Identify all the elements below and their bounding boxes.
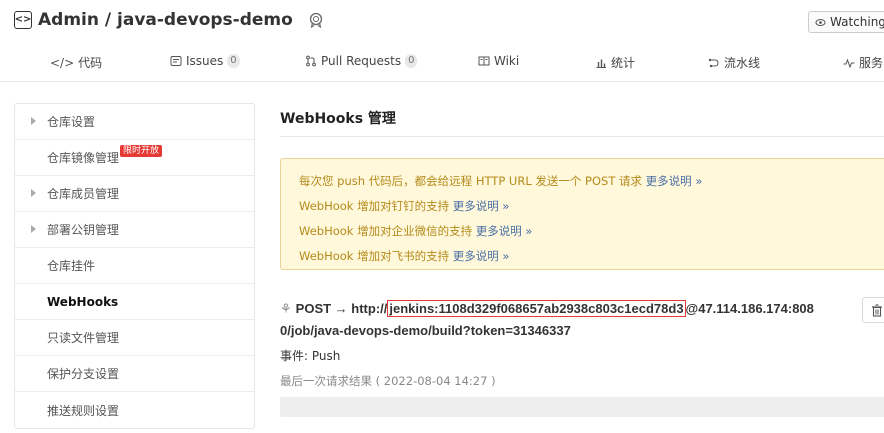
pull-requests-count-badge: 0: [405, 54, 418, 68]
delete-webhook-button[interactable]: [862, 297, 884, 323]
sidebar-item-label: 只读文件管理: [47, 331, 120, 345]
settings-sidebar: 仓库设置 仓库镜像管理 限时开放 仓库成员管理 部署公钥管理 仓库挂件 WebH…: [14, 103, 255, 429]
sidebar-item-push-rules[interactable]: 推送规则设置: [15, 392, 254, 428]
tab-pipeline[interactable]: 流水线: [708, 54, 760, 71]
sidebar-item-widgets[interactable]: 仓库挂件: [15, 248, 254, 284]
sidebar-item-readonly-files[interactable]: 只读文件管理: [15, 320, 254, 356]
webhook-url-line[interactable]: ⚘ POST → http://jenkins:1108d329f068657ab…: [280, 298, 850, 320]
notice-line: 每次您 push 代码后，都会给远程 HTTP URL 发送一个 POST 请求…: [299, 173, 884, 198]
sidebar-item-label: 仓库设置: [47, 115, 96, 129]
more-info-link[interactable]: 更多说明 »: [453, 199, 510, 213]
repo-code-icon: <>: [14, 11, 32, 29]
tab-service[interactable]: 服务: [843, 54, 883, 71]
sidebar-item-repo-settings[interactable]: 仓库设置: [15, 104, 254, 140]
wiki-icon: [478, 56, 490, 66]
sidebar-item-protected-branches[interactable]: 保护分支设置: [15, 356, 254, 392]
tab-label: Wiki: [494, 54, 520, 68]
webhook-result-bar: [280, 397, 884, 417]
pull-request-icon: [306, 55, 316, 67]
tab-label: Pull Requests: [321, 54, 402, 68]
notice-text: WebHook 增加对企业微信的支持: [299, 224, 476, 238]
title-divider: [280, 136, 884, 137]
caret-right-icon: [31, 225, 36, 233]
more-info-link[interactable]: 更多说明 »: [476, 224, 533, 238]
issues-count-badge: 0: [227, 54, 240, 68]
sidebar-item-label: 仓库镜像管理: [47, 151, 120, 165]
notice-line: WebHook 增加对飞书的支持 更多说明 »: [299, 248, 884, 273]
tab-label: Issues: [186, 54, 224, 68]
code-icon: </>: [50, 55, 75, 70]
repo-badge-icon[interactable]: [307, 11, 325, 29]
notice-text: 每次您 push 代码后，都会给远程 HTTP URL 发送一个 POST 请求: [299, 174, 646, 188]
tab-wiki[interactable]: Wiki: [478, 54, 519, 68]
notice-line: WebHook 增加对钉钉的支持 更多说明 »: [299, 198, 884, 223]
sidebar-item-label: 仓库挂件: [47, 259, 96, 273]
webhook-entry: ⚘ POST → http://jenkins:1108d329f068657ab…: [280, 298, 850, 342]
tab-stats[interactable]: 统计: [595, 54, 635, 71]
webhook-url-host: @47.114.186.174:808: [685, 301, 814, 316]
more-info-link[interactable]: 更多说明 »: [453, 249, 510, 263]
caret-right-icon: [31, 117, 36, 125]
webhook-url-credentials: jenkins:1108d329f068657ab2938c803c1ecd78…: [387, 300, 686, 317]
sidebar-item-label: 推送规则设置: [47, 403, 120, 418]
repo-title[interactable]: Admin / java-devops-demo: [38, 10, 293, 30]
page-title: WebHooks 管理: [280, 111, 396, 127]
tab-label: 流水线: [724, 56, 761, 70]
notice-line: WebHook 增加对企业微信的支持 更多说明 »: [299, 223, 884, 248]
webhook-notice-box: 每次您 push 代码后，都会给远程 HTTP URL 发送一个 POST 请求…: [280, 158, 884, 270]
pipeline-icon: [708, 58, 719, 67]
trash-icon: [872, 303, 882, 317]
sidebar-item-members[interactable]: 仓库成员管理: [15, 176, 254, 212]
more-info-link[interactable]: 更多说明 »: [646, 174, 703, 188]
sidebar-item-mirror[interactable]: 仓库镜像管理 限时开放: [15, 140, 254, 176]
tab-label: 服务: [859, 56, 884, 70]
sidebar-item-label: 部署公钥管理: [47, 223, 120, 237]
webhook-url-prefix: POST → http://: [295, 301, 388, 316]
service-icon: [843, 58, 855, 68]
sidebar-item-webhooks[interactable]: WebHooks: [15, 284, 254, 320]
webhook-event: 事件: Push: [280, 349, 341, 363]
repo-header: <> Admin / java-devops-demo Watching </>…: [0, 0, 884, 82]
repo-title-group: <> Admin / java-devops-demo: [14, 10, 325, 30]
webhook-url-line-2[interactable]: 0/job/java-devops-demo/build?token=31346…: [280, 320, 850, 342]
watch-button[interactable]: Watching: [808, 11, 884, 33]
tab-label: 统计: [611, 56, 636, 70]
limited-time-badge: 限时开放: [120, 145, 163, 157]
caret-right-icon: [31, 189, 36, 197]
notice-text: WebHook 增加对飞书的支持: [299, 249, 453, 263]
eye-icon: [815, 18, 826, 26]
webhook-icon: ⚘: [280, 301, 292, 316]
tab-pull-requests[interactable]: Pull Requests 0: [305, 54, 418, 68]
sidebar-item-label: WebHooks: [47, 294, 119, 309]
tab-code[interactable]: </> 代码: [50, 54, 102, 71]
tab-label: 代码: [78, 56, 103, 70]
issues-icon: [170, 56, 182, 66]
notice-text: WebHook 增加对钉钉的支持: [299, 199, 453, 213]
sidebar-item-deploy-keys[interactable]: 部署公钥管理: [15, 212, 254, 248]
sidebar-item-label: 保护分支设置: [47, 367, 120, 381]
repo-nav: </> 代码 Issues 0 Pull Requests 0 Wiki 统计 …: [0, 48, 884, 76]
webhook-last-result[interactable]: 最后一次请求结果 ( 2022-08-04 14:27 ): [280, 373, 496, 389]
stats-icon: [596, 59, 606, 68]
watch-label: Watching: [830, 15, 884, 29]
tab-issues[interactable]: Issues 0: [170, 54, 240, 68]
sidebar-item-label: 仓库成员管理: [47, 187, 120, 201]
